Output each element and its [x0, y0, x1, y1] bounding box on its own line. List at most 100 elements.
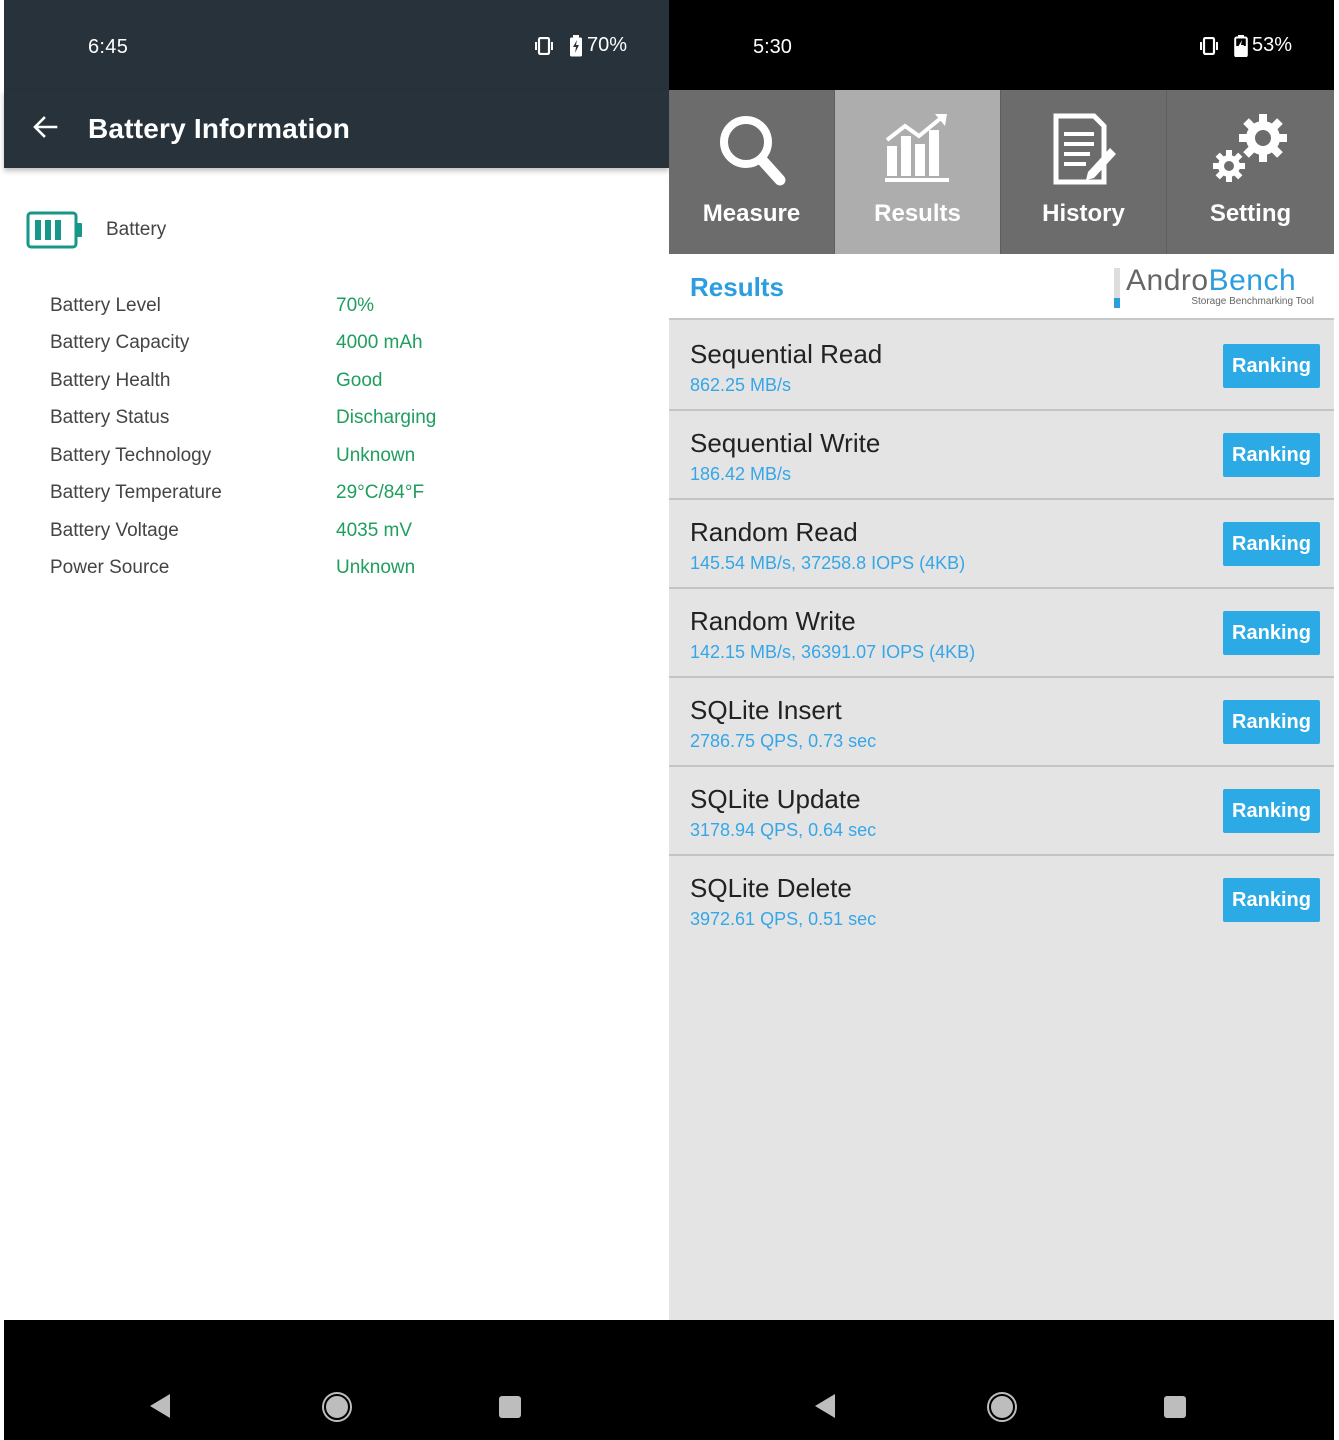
result-row-sequential-write: Sequential Write 186.42 MB/s Ranking: [669, 411, 1334, 500]
vibrate-icon: [1199, 36, 1218, 55]
result-row-sqlite-insert: SQLite Insert 2786.75 QPS, 0.73 sec Rank…: [669, 678, 1334, 767]
result-name: Sequential Read: [690, 339, 883, 369]
vibrate-icon: [534, 36, 553, 55]
logo-wordmark: AndroBench: [1126, 264, 1296, 298]
battery-charging-icon: [1234, 34, 1248, 57]
tab-history[interactable]: History: [1001, 90, 1167, 254]
recents-icon[interactable]: [1164, 1396, 1186, 1418]
app-bar: Battery Information: [4, 90, 669, 168]
info-value: 4035 mV: [336, 520, 413, 541]
logo-part1: Andro: [1126, 264, 1209, 297]
result-name: Random Write: [690, 606, 856, 636]
info-key: Battery Status: [50, 407, 170, 428]
info-row-battery-health: Battery Health Good: [50, 370, 630, 400]
ranking-button[interactable]: Ranking: [1223, 433, 1320, 477]
home-icon[interactable]: [989, 1394, 1015, 1420]
result-name: SQLite Update: [690, 784, 861, 814]
document-pencil-icon: [1053, 113, 1116, 185]
info-value: 29°C/84°F: [336, 482, 425, 503]
result-row-random-read: Random Read 145.54 MB/s, 37258.8 IOPS (4…: [669, 500, 1334, 589]
result-row-sequential-read: Sequential Read 862.25 MB/s Ranking: [669, 322, 1334, 411]
ranking-button[interactable]: Ranking: [1223, 878, 1320, 922]
gears-icon: [1212, 114, 1287, 182]
androbench-screen: 5:30 53% Measure Results History Setting…: [669, 0, 1334, 1320]
status-bar: 5:30 53%: [669, 0, 1334, 90]
info-row-power-source: Power Source Unknown: [50, 557, 630, 587]
status-battery-percent: 53%: [1251, 34, 1292, 56]
tab-bar: Measure Results History Setting: [669, 90, 1334, 254]
recents-icon[interactable]: [499, 1396, 521, 1418]
battery-section-header: Battery: [26, 210, 166, 250]
bar-chart-icon: [884, 114, 949, 182]
result-value: 3972.61 QPS, 0.51 sec: [690, 909, 877, 929]
status-time: 6:45: [88, 36, 129, 58]
info-value: Discharging: [336, 407, 437, 428]
info-row-battery-capacity: Battery Capacity 4000 mAh: [50, 332, 630, 362]
info-value: Unknown: [336, 557, 416, 578]
androbench-logo: AndroBench Storage Benchmarking Tool: [1114, 264, 1314, 310]
magnifier-icon: [719, 116, 785, 186]
ranking-button[interactable]: Ranking: [1223, 344, 1320, 388]
tab-label: Setting: [1209, 200, 1292, 227]
result-value: 186.42 MB/s: [690, 464, 792, 484]
status-icons: 70%: [533, 34, 627, 57]
info-value: Unknown: [336, 445, 416, 466]
info-row-battery-voltage: Battery Voltage 4035 mV: [50, 520, 630, 550]
ranking-button[interactable]: Ranking: [1223, 611, 1320, 655]
info-row-battery-status: Battery Status Discharging: [50, 407, 630, 437]
result-row-sqlite-update: SQLite Update 3178.94 QPS, 0.64 sec Rank…: [669, 767, 1334, 856]
result-name: SQLite Delete: [690, 873, 852, 903]
info-key: Battery Capacity: [50, 332, 190, 353]
result-value: 2786.75 QPS, 0.73 sec: [690, 731, 877, 751]
result-name: Sequential Write: [690, 428, 881, 458]
back-icon[interactable]: [815, 1394, 835, 1418]
info-key: Battery Health: [50, 370, 171, 391]
back-arrow-icon[interactable]: [30, 112, 60, 142]
info-key: Battery Technology: [50, 445, 212, 466]
info-key: Power Source: [50, 557, 170, 578]
tab-label: History: [1042, 200, 1125, 227]
info-row-battery-technology: Battery Technology Unknown: [50, 445, 630, 475]
result-row-random-write: Random Write 142.15 MB/s, 36391.07 IOPS …: [669, 589, 1334, 678]
info-value: 4000 mAh: [336, 332, 423, 353]
logo-bar: [1114, 268, 1120, 308]
ranking-button[interactable]: Ranking: [1223, 522, 1320, 566]
result-value: 862.25 MB/s: [690, 375, 792, 395]
results-title: Results: [690, 272, 784, 302]
tab-setting[interactable]: Setting: [1167, 90, 1334, 254]
status-bar: 6:45 70%: [4, 0, 669, 90]
tab-label: Measure: [702, 200, 801, 227]
tab-measure[interactable]: Measure: [669, 90, 835, 254]
info-key: Battery Level: [50, 295, 161, 316]
battery-icon: [26, 211, 82, 249]
result-value: 3178.94 QPS, 0.64 sec: [690, 820, 877, 840]
ranking-button[interactable]: Ranking: [1223, 789, 1320, 833]
logo-part2: Bench: [1208, 264, 1297, 297]
info-row-battery-level: Battery Level 70%: [50, 295, 630, 325]
battery-info-screen: 6:45 70% Battery Information Battery Bat…: [4, 0, 669, 1320]
results-header: Results AndroBench Storage Benchmarking …: [669, 254, 1334, 320]
status-time: 5:30: [753, 36, 792, 58]
system-nav-bar: [4, 1320, 1334, 1440]
info-row-battery-temperature: Battery Temperature 29°C/84°F: [50, 482, 630, 512]
result-row-sqlite-delete: SQLite Delete 3972.61 QPS, 0.51 sec Rank…: [669, 856, 1334, 945]
info-key: Battery Voltage: [50, 520, 179, 541]
logo-tagline: Storage Benchmarking Tool: [1191, 296, 1314, 307]
tab-label: Results: [874, 200, 961, 227]
page-title: Battery Information: [88, 113, 351, 144]
result-name: SQLite Insert: [690, 695, 842, 725]
back-icon[interactable]: [150, 1394, 170, 1418]
status-battery-percent: 70%: [586, 34, 627, 56]
tab-results[interactable]: Results: [835, 90, 1001, 254]
ranking-button[interactable]: Ranking: [1223, 700, 1320, 744]
battery-charging-icon: [569, 34, 582, 56]
result-name: Random Read: [690, 517, 858, 547]
info-value: 70%: [336, 295, 375, 316]
info-key: Battery Temperature: [50, 482, 222, 503]
result-value: 145.54 MB/s, 37258.8 IOPS (4KB): [690, 553, 966, 573]
info-value: Good: [336, 370, 383, 391]
section-label: Battery: [106, 219, 167, 240]
home-icon[interactable]: [324, 1394, 350, 1420]
status-icons: 53%: [1198, 34, 1292, 57]
result-value: 142.15 MB/s, 36391.07 IOPS (4KB): [690, 642, 976, 662]
